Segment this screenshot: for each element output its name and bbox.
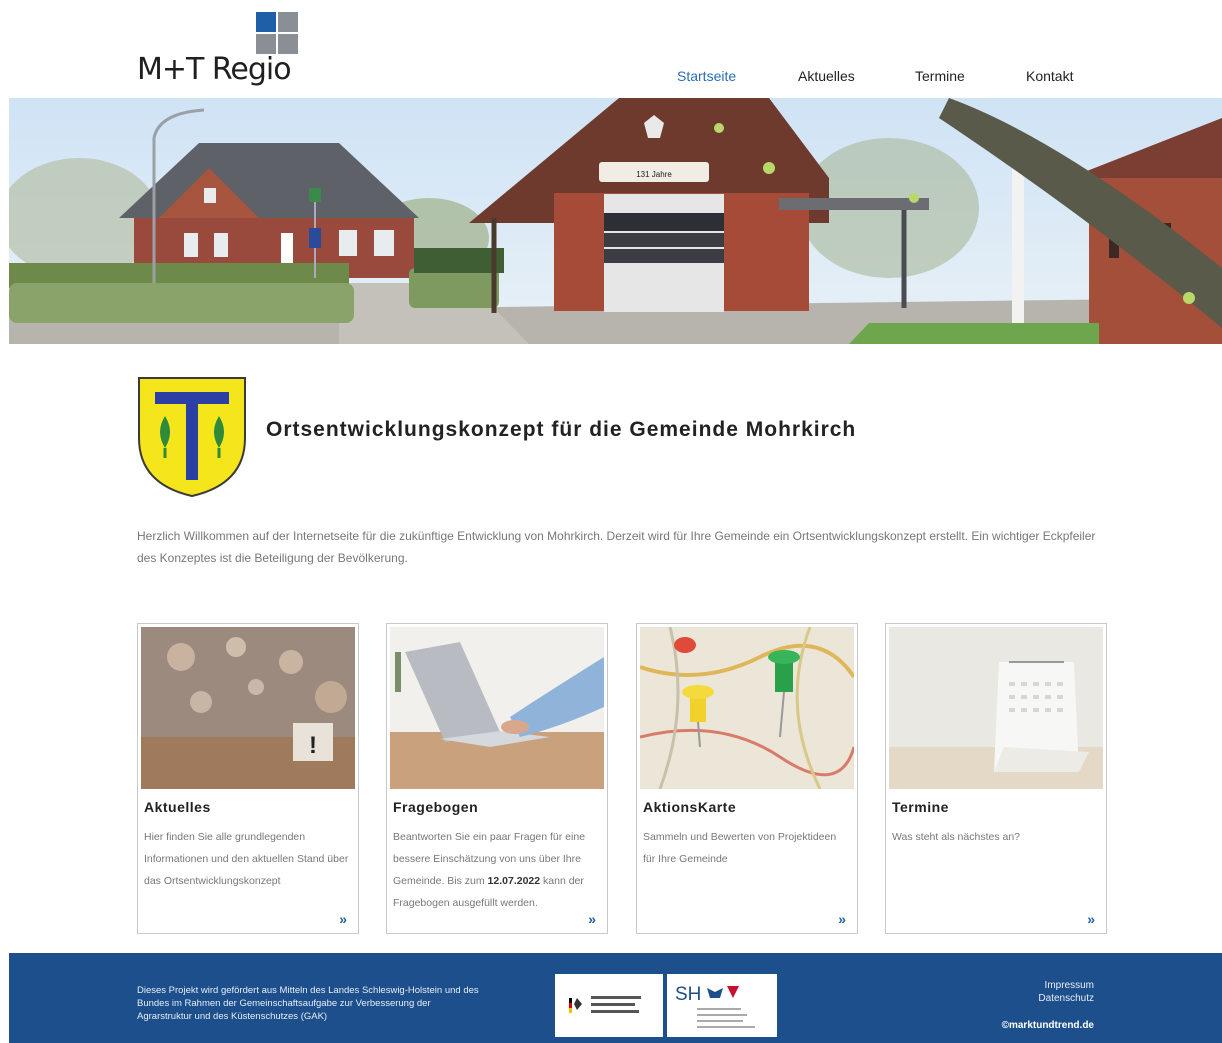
funding-text: Dieses Projekt wird gefördert aus Mittel… bbox=[137, 985, 479, 1022]
sh-logo-text: SH bbox=[675, 984, 701, 1005]
card-arrow-icon[interactable]: » bbox=[588, 911, 596, 927]
card-fragebogen[interactable]: Fragebogen Beantworten Sie ein paar Frag… bbox=[386, 623, 608, 934]
card-image-laptop bbox=[390, 627, 604, 789]
nav-item-kontakt[interactable]: Kontakt bbox=[1026, 68, 1073, 84]
card-image-bokeh: ! bbox=[141, 627, 355, 789]
card-text: Was steht als nächstes an? bbox=[892, 831, 1021, 843]
main-nav: Startseite Aktuelles Termine Kontakt bbox=[0, 68, 1222, 88]
hero-banner-text: 131 Jahre bbox=[636, 170, 672, 179]
card-image-map-pins bbox=[640, 627, 854, 789]
card-text: Hier finden Sie alle grundlegenden Infor… bbox=[144, 831, 349, 887]
card-aktuelles[interactable]: ! Aktuelles Hier finden Sie alle grundle… bbox=[137, 623, 359, 934]
schleswig-holstein-logo: SH bbox=[667, 974, 777, 1037]
card-title: Fragebogen bbox=[393, 799, 479, 815]
logo-squares bbox=[256, 12, 300, 56]
card-title: Termine bbox=[892, 799, 949, 815]
deadline-date: 12.07.2022 bbox=[487, 875, 541, 887]
card-image-calendar bbox=[889, 627, 1103, 789]
page-title: Ortsentwicklungskonzept für die Gemeinde… bbox=[266, 418, 857, 441]
footer: Dieses Projekt wird gefördert aus Mittel… bbox=[9, 953, 1222, 1043]
footer-links: Impressum Datenschutz bbox=[1038, 979, 1094, 1005]
footer-link-impressum[interactable]: Impressum bbox=[1038, 979, 1094, 992]
nav-item-termine[interactable]: Termine bbox=[915, 68, 965, 84]
card-arrow-icon[interactable]: » bbox=[838, 911, 846, 927]
card-title: AktionsKarte bbox=[643, 799, 737, 815]
hero-image: 131 Jahre bbox=[9, 98, 1222, 344]
nav-item-startseite[interactable]: Startseite bbox=[677, 68, 736, 84]
svg-text:!: ! bbox=[309, 732, 317, 759]
card-arrow-icon[interactable]: » bbox=[339, 911, 347, 927]
card-title: Aktuelles bbox=[144, 799, 211, 815]
municipal-crest bbox=[137, 376, 247, 498]
nav-item-aktuelles[interactable]: Aktuelles bbox=[798, 68, 855, 84]
intro-text: Herzlich Willkommen auf der Internetseit… bbox=[137, 529, 1096, 565]
card-text: Sammeln und Bewerten von Projektideen fü… bbox=[643, 831, 837, 865]
federal-ministry-logo bbox=[555, 974, 663, 1037]
footer-link-datenschutz[interactable]: Datenschutz bbox=[1038, 992, 1094, 1005]
card-termine[interactable]: Termine Was steht als nächstes an? » bbox=[885, 623, 1107, 934]
card-text: Beantworten Sie ein paar Fragen für eine… bbox=[393, 831, 586, 909]
card-arrow-icon[interactable]: » bbox=[1087, 911, 1095, 927]
card-aktionskarte[interactable]: AktionsKarte Sammeln und Bewerten von Pr… bbox=[636, 623, 858, 934]
footer-copyright[interactable]: ©marktundtrend.de bbox=[1002, 1020, 1094, 1031]
